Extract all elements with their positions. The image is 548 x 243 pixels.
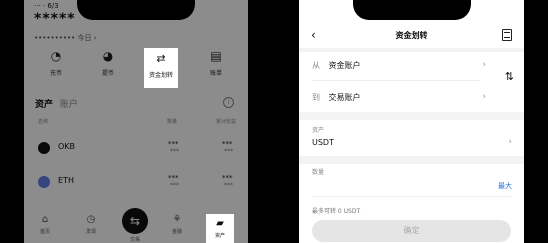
discover-icon: ◷ bbox=[86, 214, 96, 225]
tab-accounts[interactable]: 账户 bbox=[60, 100, 78, 110]
chevron-right-icon: › bbox=[482, 92, 486, 102]
quantity-input[interactable] bbox=[312, 196, 511, 197]
to-account-row[interactable]: 到 交易账户 bbox=[312, 92, 361, 103]
quick-actions: ◔ 充币 ◕ 提币 ▤ 账单 bbox=[24, 48, 248, 88]
header-fragment: ··· · 6/3 bbox=[34, 2, 59, 10]
asset-value: USDT bbox=[312, 138, 334, 147]
deposit-button[interactable]: ◔ 充币 bbox=[36, 48, 76, 77]
separator bbox=[299, 156, 524, 164]
asset-row-eth[interactable]: ETH *** *** *** *** bbox=[24, 170, 248, 200]
from-account-row[interactable]: 从 资金账户 bbox=[312, 60, 361, 71]
eth-coin-icon bbox=[38, 176, 50, 188]
withdraw-icon: ◕ bbox=[102, 49, 114, 63]
balance-masked: ***** bbox=[34, 11, 76, 27]
home-icon: ⌂ bbox=[41, 214, 49, 225]
nav-home[interactable]: ⌂ 首页 bbox=[30, 214, 60, 235]
notch bbox=[77, 0, 195, 20]
chevron-right-icon: › bbox=[482, 60, 486, 70]
tab-assets[interactable]: 资产 bbox=[35, 100, 53, 110]
col-header-name: 名称 bbox=[38, 119, 49, 125]
balance-subline: •••••••••• 今日 › bbox=[34, 34, 97, 42]
separator bbox=[299, 112, 524, 120]
max-button[interactable]: 最大 bbox=[498, 181, 512, 191]
asset-row-okb[interactable]: OKB *** *** *** *** bbox=[24, 136, 248, 166]
quantity-label: 数量 bbox=[312, 169, 325, 176]
confirm-button[interactable]: 确定 bbox=[312, 220, 511, 242]
available-amount: 最多可转 0 USDT bbox=[312, 208, 361, 215]
asset-tabs: 资产 账户 bbox=[35, 97, 78, 110]
okb-coin-icon bbox=[38, 142, 50, 154]
nav-assets[interactable]: ▰ 资产 bbox=[206, 214, 234, 243]
left-phone-screen: ··· · 6/3 ***** •••••••••• 今日 › ◔ 充币 ◕ 提… bbox=[24, 0, 248, 243]
wallet-icon: ▰ bbox=[216, 218, 224, 229]
chevron-right-icon: › bbox=[508, 137, 512, 147]
col-header-total: 累计收益 bbox=[216, 119, 237, 125]
nav-trade[interactable]: 交易 bbox=[120, 234, 150, 243]
withdraw-button[interactable]: ◕ 提币 bbox=[88, 48, 128, 77]
notch bbox=[352, 0, 471, 20]
right-phone-screen: ‹ 资金划转 从 资金账户 › 到 交易账户 › ⇅ 资产 USDT › 数量 … bbox=[299, 0, 524, 243]
transfer-icon: ⇄ bbox=[156, 52, 166, 65]
col-header-qty: 数量 bbox=[167, 119, 178, 125]
nav-discover[interactable]: ◷ 发现 bbox=[76, 214, 106, 235]
asset-label: 资产 bbox=[312, 127, 325, 134]
asset-select[interactable]: 资产 USDT › bbox=[299, 120, 524, 156]
transfer-button[interactable]: ⇄ 资金划转 bbox=[144, 48, 178, 88]
trade-icon[interactable]: ⇆ bbox=[122, 208, 148, 234]
bill-icon: ▤ bbox=[210, 49, 222, 63]
swap-icon[interactable]: ⇅ bbox=[505, 70, 514, 83]
transfer-accounts-card: 从 资金账户 › 到 交易账户 › bbox=[299, 52, 524, 112]
page-title: 资金划转 bbox=[395, 31, 428, 40]
info-icon[interactable]: i bbox=[223, 97, 234, 108]
bill-button[interactable]: ▤ 账单 bbox=[196, 48, 236, 77]
deposit-icon: ◔ bbox=[50, 49, 62, 63]
divider bbox=[312, 80, 480, 81]
finance-icon: ⚘ bbox=[172, 214, 182, 225]
record-icon[interactable] bbox=[502, 29, 512, 41]
nav-finance[interactable]: ⚘ 金融 bbox=[162, 214, 192, 235]
